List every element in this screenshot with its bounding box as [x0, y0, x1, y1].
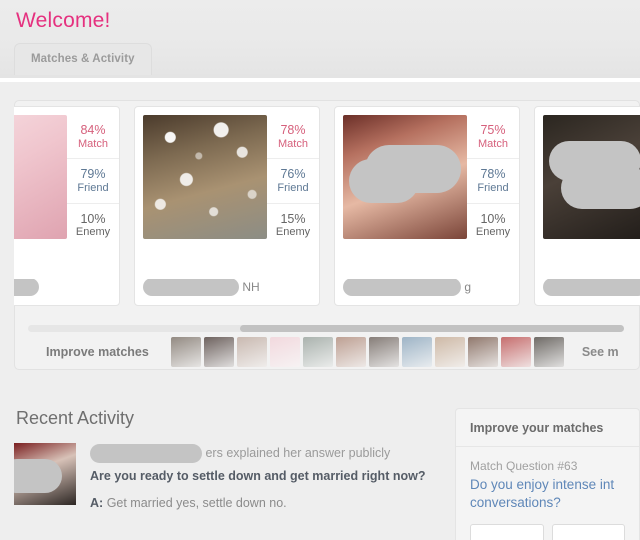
stat-match: 84% Match — [67, 115, 119, 160]
enemy-percent: 10% — [480, 211, 506, 226]
activity-headline: ers explained her answer publicly — [90, 443, 438, 464]
redaction-blob — [14, 459, 62, 493]
tab-matches-activity[interactable]: Matches & Activity — [14, 43, 152, 75]
stat-enemy: 15% Enemy — [267, 204, 319, 247]
redacted-name — [90, 444, 202, 464]
friend-percent: 79% — [80, 167, 106, 182]
stat-friend: 79% Friend — [67, 159, 119, 204]
match-question-text[interactable]: Do you enjoy intense int conversations? — [470, 476, 625, 512]
improve-thumbnail[interactable] — [368, 337, 399, 367]
friend-label: Friend — [477, 181, 509, 194]
match-card-meta: g — [343, 279, 511, 297]
match-label: Match — [278, 137, 308, 150]
match-answer-options — [470, 524, 625, 540]
match-percent: 84% — [80, 123, 106, 138]
match-card-meta — [14, 279, 111, 297]
match-card-body: 6 M 6 Fr 2 En — [535, 107, 640, 247]
activity-text: ers explained her answer publicly Are yo… — [90, 443, 438, 510]
see-more-link[interactable]: See m — [582, 345, 619, 359]
match-card-meta: NH — [143, 279, 311, 297]
match-card[interactable]: 78% Match 76% Friend 15% Enemy NH — [134, 106, 320, 306]
avatar[interactable] — [14, 443, 76, 505]
improve-thumbnail[interactable] — [533, 337, 564, 367]
match-card-body: 75% Match 78% Friend 10% Enemy — [335, 107, 519, 247]
activity-headline-suffix: ers explained her answer publicly — [205, 446, 391, 460]
improve-matches-label: Improve matches — [46, 345, 149, 359]
improve-thumbnail[interactable] — [203, 337, 234, 367]
redacted-name — [343, 279, 461, 296]
match-label: Match — [478, 137, 508, 150]
match-card-meta: A — [543, 279, 640, 297]
recent-activity-section: Recent Activity ers explained her answer… — [14, 408, 438, 540]
friend-percent: 78% — [480, 167, 506, 182]
enemy-label: Enemy — [475, 226, 511, 239]
sidebar-title: Improve your matches — [456, 409, 639, 447]
redacted-name — [14, 279, 39, 296]
improve-thumbnail[interactable] — [500, 337, 531, 367]
redaction-blob — [349, 159, 419, 203]
match-card-body: 84% Match 79% Friend 10% Enemy — [14, 107, 119, 247]
match-card-body: 78% Match 76% Friend 15% Enemy — [135, 107, 319, 247]
improve-thumbnail[interactable] — [467, 337, 498, 367]
improve-thumbnail-list — [170, 337, 564, 367]
match-percent: 75% — [480, 123, 506, 138]
improve-thumbnail[interactable] — [302, 337, 333, 367]
stat-enemy: 10% Enemy — [67, 204, 119, 247]
tab-underline — [0, 78, 640, 82]
stat-friend: 76% Friend — [267, 159, 319, 204]
improve-thumbnail[interactable] — [434, 337, 465, 367]
sidebar-body: Match Question #63 Do you enjoy intense … — [456, 447, 639, 540]
activity-item: ers explained her answer publicly Are yo… — [14, 443, 438, 510]
page-title: Welcome! — [16, 9, 111, 32]
match-stats: 84% Match 79% Friend 10% Enemy — [67, 115, 119, 247]
enemy-label: Enemy — [275, 226, 311, 239]
answer-option-button[interactable] — [551, 524, 625, 540]
match-location: NH — [242, 280, 260, 295]
answer-option-button[interactable] — [470, 524, 544, 540]
activity-answer-text: Get married yes, settle down no. — [106, 496, 287, 511]
redaction-blob — [561, 167, 640, 209]
stat-match: 75% Match — [467, 115, 519, 160]
match-card[interactable]: 84% Match 79% Friend 10% Enemy — [14, 106, 120, 306]
redacted-name — [143, 279, 239, 296]
match-percent: 78% — [280, 123, 306, 138]
match-stats: 75% Match 78% Friend 10% Enemy — [467, 115, 519, 247]
improve-thumbnail[interactable] — [335, 337, 366, 367]
improve-matches-strip: Improve matches See m — [14, 334, 640, 370]
carousel-scrollbar-thumb[interactable] — [240, 325, 624, 332]
match-stats: 78% Match 76% Friend 15% Enemy — [267, 115, 319, 247]
friend-label: Friend — [77, 181, 109, 194]
stat-enemy: 10% Enemy — [467, 204, 519, 247]
improve-thumbnail[interactable] — [236, 337, 267, 367]
stat-friend: 78% Friend — [467, 159, 519, 204]
activity-answer: A: Get married yes, settle down no. — [90, 496, 438, 510]
match-card[interactable]: 6 M 6 Fr 2 En A — [534, 106, 640, 306]
redacted-name — [543, 279, 640, 296]
improve-thumbnail[interactable] — [269, 337, 300, 367]
enemy-label: Enemy — [75, 226, 111, 239]
match-photo[interactable] — [343, 115, 467, 239]
activity-question[interactable]: Are you ready to settle down and get mar… — [90, 468, 438, 485]
enemy-percent: 10% — [80, 211, 106, 226]
page-root: Welcome! Matches & Activity 84% Match 79… — [0, 0, 640, 540]
recent-activity-title: Recent Activity — [16, 408, 135, 428]
match-label: Match — [78, 137, 108, 150]
match-cards-carousel[interactable]: 84% Match 79% Friend 10% Enemy 78% Match… — [14, 106, 640, 311]
match-card[interactable]: 75% Match 78% Friend 10% Enemy g — [334, 106, 520, 306]
friend-label: Friend — [277, 181, 309, 194]
match-cards-row: 84% Match 79% Friend 10% Enemy 78% Match… — [14, 106, 640, 306]
match-photo[interactable] — [143, 115, 267, 239]
friend-percent: 76% — [280, 167, 306, 182]
match-location: g — [464, 280, 472, 295]
enemy-percent: 15% — [280, 211, 306, 226]
improve-thumbnail[interactable] — [401, 337, 432, 367]
match-photo[interactable] — [14, 115, 67, 239]
tab-strip: Matches & Activity — [14, 43, 152, 78]
stat-match: 78% Match — [267, 115, 319, 160]
match-photo[interactable] — [543, 115, 640, 239]
improve-thumbnail[interactable] — [170, 337, 201, 367]
activity-answer-prefix: A: — [90, 496, 104, 511]
match-question-number: Match Question #63 — [470, 459, 578, 473]
improve-your-matches-panel: Improve your matches Match Question #63 … — [455, 408, 640, 540]
